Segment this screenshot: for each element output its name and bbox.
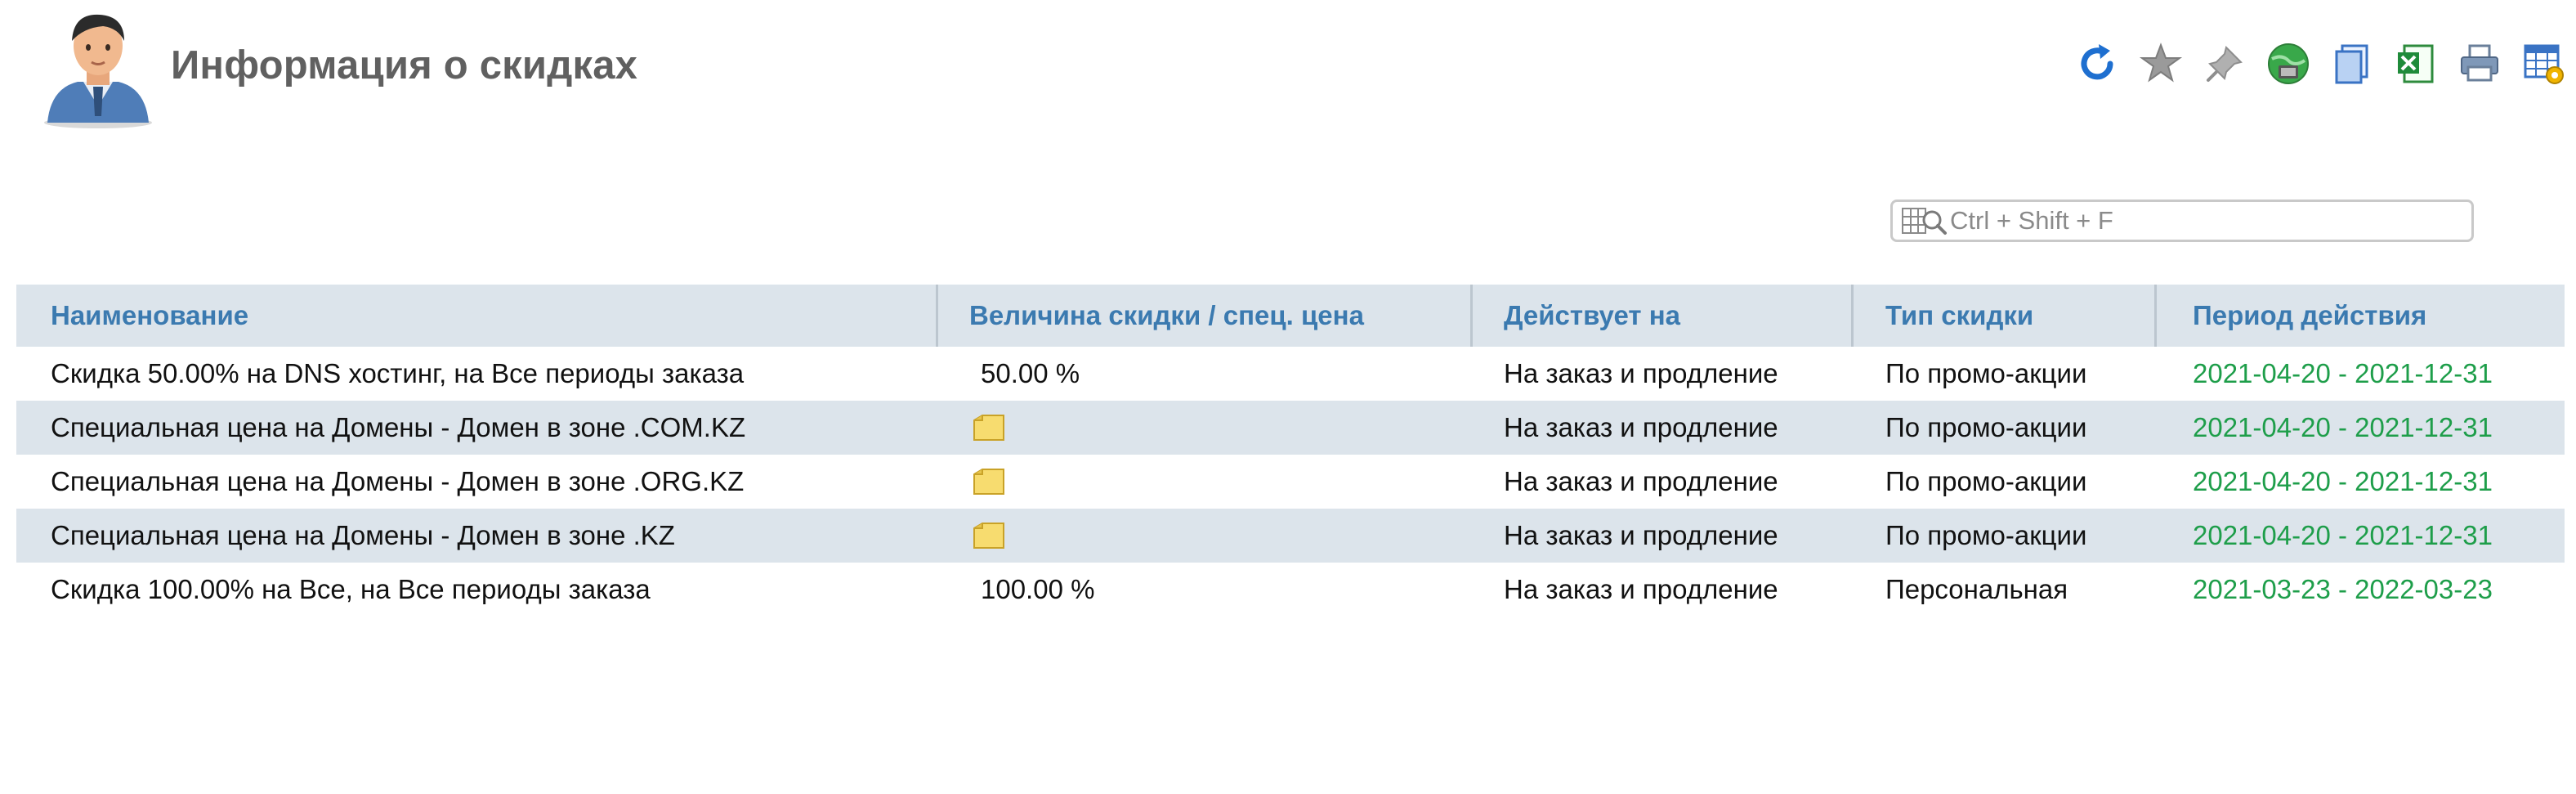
note-icon[interactable] xyxy=(971,466,1007,497)
column-divider xyxy=(1851,285,1854,347)
cell-applies-to: На заказ и продление xyxy=(1504,358,1778,388)
excel-export-button[interactable] xyxy=(2391,39,2440,88)
cell-discount-type: По промо-акции xyxy=(1885,412,2087,442)
excel-icon xyxy=(2398,44,2434,83)
table-header: Наименование Величина скидки / спец. цен… xyxy=(16,285,2565,347)
user-avatar-icon xyxy=(44,14,152,128)
note-icon[interactable] xyxy=(971,520,1007,551)
cell-period: 2021-04-20 - 2021-12-31 xyxy=(2193,358,2493,388)
table-settings-icon xyxy=(2524,44,2564,84)
cell-name: Скидка 100.00% на Все, на Все периоды за… xyxy=(51,574,651,604)
search-input[interactable] xyxy=(1950,204,2457,238)
page-header: Информация о скидках xyxy=(0,0,2576,139)
table-row[interactable]: Скидка 50.00% на DNS хостинг, на Все пер… xyxy=(16,347,2565,401)
cell-discount-type: Персональная xyxy=(1885,574,2068,604)
cell-period: 2021-04-20 - 2021-12-31 xyxy=(2193,412,2493,442)
grid-search-icon xyxy=(1902,208,1947,235)
cell-period: 2021-04-20 - 2021-12-31 xyxy=(2193,466,2493,496)
column-divider xyxy=(936,285,938,347)
cell-name: Специальная цена на Домены - Домен в зон… xyxy=(51,466,745,496)
cell-name: Специальная цена на Домены - Домен в зон… xyxy=(51,520,675,550)
cell-period: 2021-04-20 - 2021-12-31 xyxy=(2193,520,2493,550)
cell-applies-to: На заказ и продление xyxy=(1504,466,1778,496)
cell-discount-type: По промо-акции xyxy=(1885,520,2087,550)
cell-applies-to: На заказ и продление xyxy=(1504,412,1778,442)
page-title: Информация о скидках xyxy=(171,43,638,87)
table-row[interactable]: Скидка 100.00% на Все, на Все периоды за… xyxy=(16,563,2565,617)
refresh-icon xyxy=(2081,44,2113,80)
copy-button[interactable] xyxy=(2328,39,2377,88)
cell-name: Скидка 50.00% на DNS хостинг, на Все пер… xyxy=(51,358,745,388)
cell-discount-type: По промо-акции xyxy=(1885,358,2087,388)
cell-applies-to: На заказ и продление xyxy=(1504,520,1778,550)
note-icon[interactable] xyxy=(971,412,1007,443)
table-settings-button[interactable] xyxy=(2519,39,2568,88)
cell-discount-value: 50.00 % xyxy=(981,358,1080,388)
column-header-period[interactable]: Период действия xyxy=(2193,285,2426,347)
column-header-discount-value[interactable]: Величина скидки / спец. цена xyxy=(969,285,1364,347)
column-divider xyxy=(2154,285,2157,347)
column-header-discount-type[interactable]: Тип скидки xyxy=(1885,285,2033,347)
quick-search[interactable] xyxy=(1890,200,2474,242)
network-button[interactable] xyxy=(2264,39,2313,88)
pin-icon xyxy=(2207,46,2243,82)
star-icon xyxy=(2139,43,2183,83)
table-row[interactable]: Специальная цена на Домены - Домен в зон… xyxy=(16,455,2565,509)
cell-discount-value: 100.00 % xyxy=(981,574,1095,604)
column-divider xyxy=(1470,285,1473,347)
cell-discount-type: По промо-акции xyxy=(1885,466,2087,496)
copy-icon xyxy=(2335,44,2368,84)
column-header-name[interactable]: Наименование xyxy=(51,285,248,347)
print-button[interactable] xyxy=(2455,39,2504,88)
cell-applies-to: На заказ и продление xyxy=(1504,574,1778,604)
discounts-table: Наименование Величина скидки / спец. цен… xyxy=(16,285,2565,604)
print-icon xyxy=(2461,44,2498,82)
pin-button[interactable] xyxy=(2200,39,2249,88)
refresh-button[interactable] xyxy=(2073,39,2122,88)
favorite-button[interactable] xyxy=(2136,39,2185,88)
cell-name: Специальная цена на Домены - Домен в зон… xyxy=(51,412,746,442)
cell-period: 2021-03-23 - 2022-03-23 xyxy=(2193,574,2493,604)
table-row[interactable]: Специальная цена на Домены - Домен в зон… xyxy=(16,401,2565,455)
table-row[interactable]: Специальная цена на Домены - Домен в зон… xyxy=(16,509,2565,563)
network-icon xyxy=(2268,43,2309,84)
column-header-applies-to[interactable]: Действует на xyxy=(1504,285,1680,347)
